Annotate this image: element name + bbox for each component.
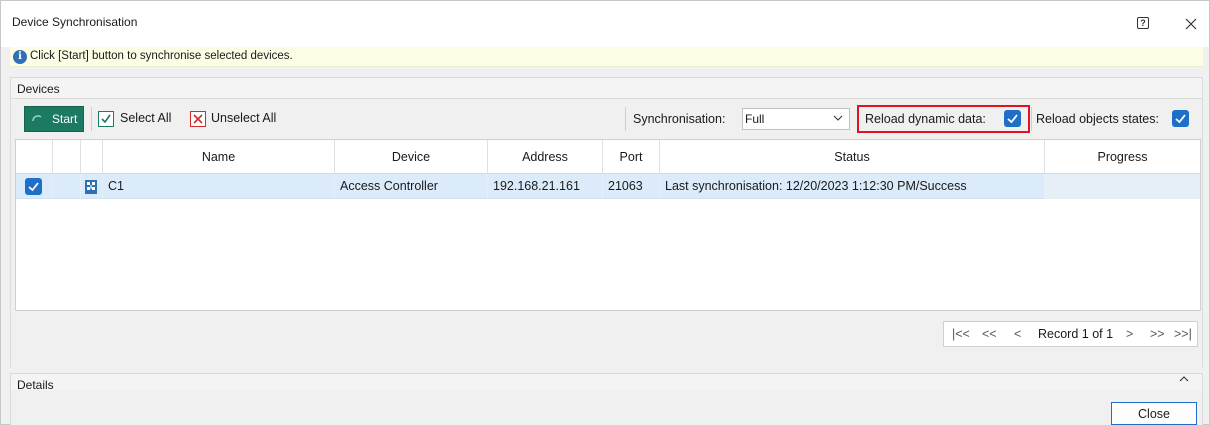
sync-mode-select[interactable]: Full [742,108,850,130]
details-panel [10,390,1203,425]
header-select-column[interactable] [16,140,53,174]
record-pager: |<< << < Record 1 of 1 > >> >>| [943,321,1198,347]
header-indicator-column [53,140,81,174]
prev-record-button[interactable]: < [1014,327,1021,341]
reload-dynamic-label: Reload dynamic data: [865,112,986,126]
row-port: 21063 [603,174,660,199]
row-checkbox[interactable] [25,178,42,195]
devices-panel: Start Select All Unselect All Synchronis… [10,99,1203,367]
close-icon[interactable] [1179,9,1203,39]
select-all-button[interactable]: Select All [120,111,171,125]
next-record-button[interactable]: > [1126,327,1133,341]
devices-group-header[interactable]: Devices [10,77,1203,99]
devices-grid: Name Device Address Port Status Progress [15,139,1201,311]
reload-dynamic-checkbox[interactable] [1004,110,1021,127]
header-progress[interactable]: Progress [1045,140,1200,174]
toolbar-separator [1031,107,1032,131]
title-bar: Device Synchronisation ? [1,1,1209,47]
help-icon[interactable]: ? [1137,17,1149,29]
row-name: C1 [103,174,335,199]
header-name[interactable]: Name [103,140,335,174]
prev-page-button[interactable]: << [982,327,997,341]
last-record-button[interactable]: >>| [1174,327,1192,341]
start-button-label: Start [52,112,78,126]
header-port[interactable]: Port [603,140,660,174]
grid-header: Name Device Address Port Status Progress [16,140,1200,174]
chevron-up-icon[interactable] [1179,374,1189,384]
info-message: Click [Start] button to synchronise sele… [30,50,293,62]
start-button[interactable]: Start [24,106,84,132]
row-select-cell[interactable] [16,174,53,199]
reload-states-label: Reload objects states: [1036,112,1159,126]
next-page-button[interactable]: >> [1150,327,1165,341]
toolbar-separator [91,107,92,131]
access-controller-icon [85,180,97,194]
header-status[interactable]: Status [660,140,1045,174]
sync-mode-value: Full [745,112,765,126]
first-record-button[interactable]: |<< [952,327,970,341]
info-icon: i [13,50,27,64]
record-indicator: Record 1 of 1 [1038,327,1114,341]
unselect-all-button[interactable]: Unselect All [211,111,276,125]
sync-dialog: Device Synchronisation ? i Click [Start]… [0,0,1210,425]
header-address[interactable]: Address [488,140,603,174]
close-button[interactable]: Close [1111,402,1197,425]
toolbar: Start Select All Unselect All Synchronis… [11,99,1204,139]
dialog-title: Device Synchronisation [12,15,138,29]
reload-states-checkbox[interactable] [1172,110,1189,127]
row-progress [1045,174,1200,199]
sync-icon [32,115,42,122]
header-icon-column [81,140,103,174]
row-icon-cell [81,174,103,199]
info-bar: i Click [Start] button to synchronise se… [10,47,1203,67]
devices-group-label: Devices [17,82,60,96]
row-device: Access Controller [335,174,488,199]
chevron-down-icon [833,115,843,121]
row-status: Last synchronisation: 12/20/2023 1:12:30… [660,174,1045,199]
sync-mode-label: Synchronisation: [633,112,726,126]
table-row[interactable]: C1 Access Controller 192.168.21.161 2106… [16,174,1200,199]
row-indicator-cell [53,174,81,199]
select-all-icon[interactable] [98,111,114,127]
header-device[interactable]: Device [335,140,488,174]
toolbar-separator [625,107,626,131]
unselect-all-icon[interactable] [190,111,206,127]
row-address: 192.168.21.161 [488,174,603,199]
